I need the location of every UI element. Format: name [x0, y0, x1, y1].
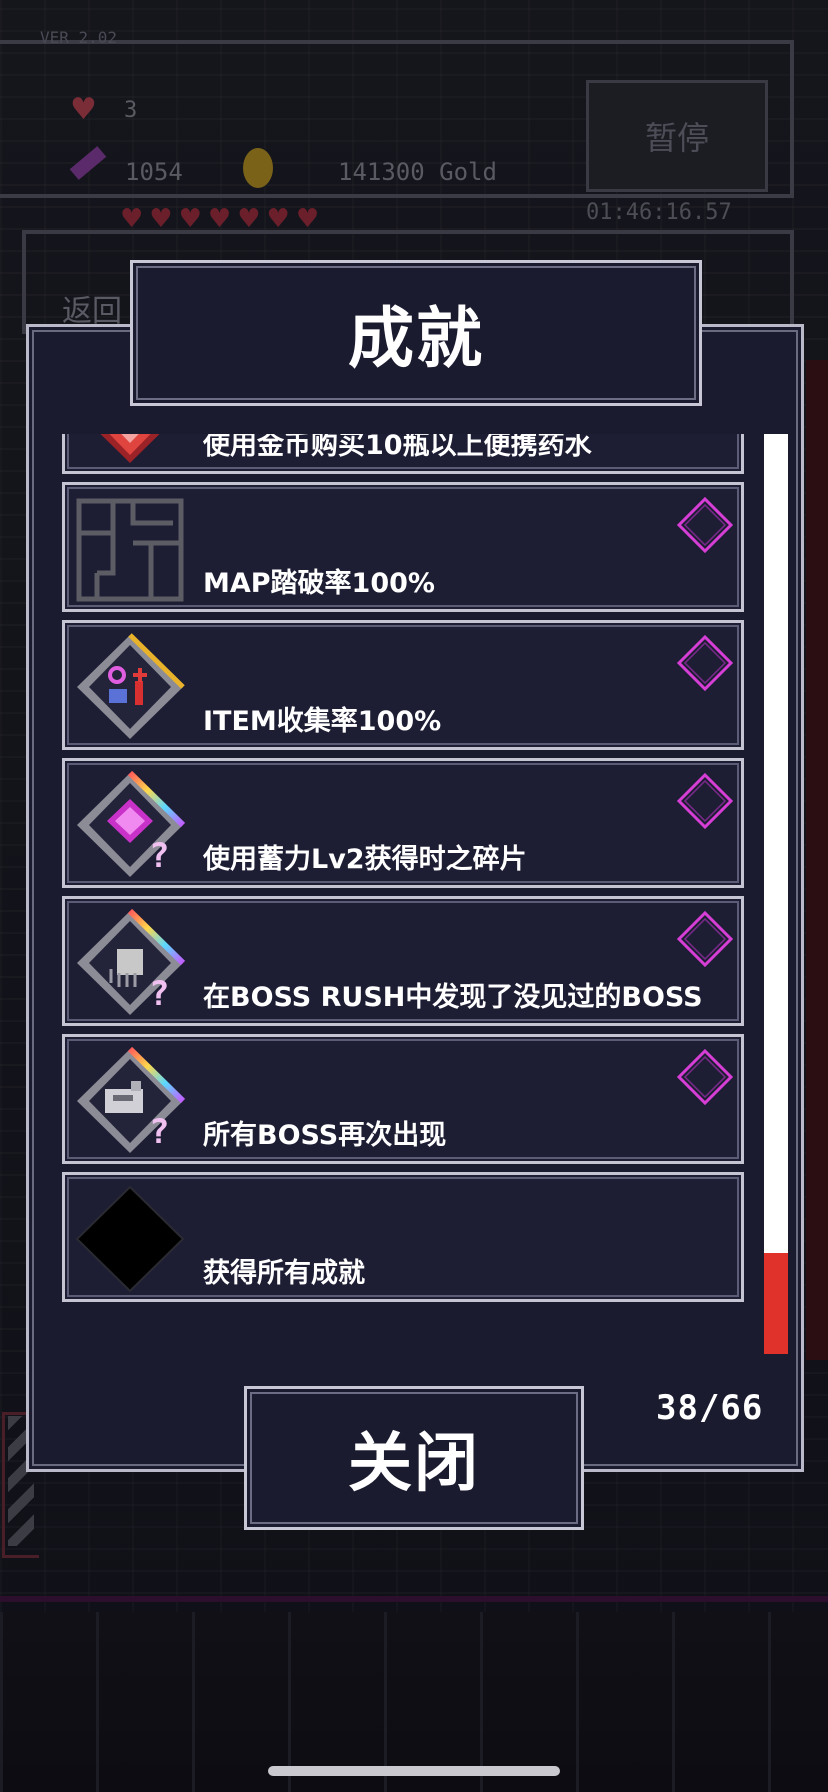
- achievement-row[interactable]: 获得所有成就: [62, 1172, 744, 1302]
- close-button-label: 关闭: [348, 1427, 480, 1501]
- locked-diamond-icon: [675, 771, 735, 831]
- locked-diamond-icon: [675, 909, 735, 969]
- timer-text: 01:46:16.57: [586, 200, 732, 225]
- locked-diamond-icon: [675, 633, 735, 693]
- time-shard-icon: ?: [73, 769, 187, 881]
- pause-button[interactable]: 暂停: [586, 80, 768, 192]
- achievement-list[interactable]: 使用金币购买10瓶以上便携药水 MAP踏破率100% ITEM收集率100% ?…: [62, 434, 746, 1354]
- background-divider: [0, 1596, 828, 1602]
- achievement-label: 使用蓄力Lv2获得时之碎片: [203, 844, 527, 875]
- hearts-count: 3: [124, 98, 138, 123]
- close-button[interactable]: 关闭: [244, 1386, 584, 1530]
- locked-diamond-icon: [675, 495, 735, 555]
- gold-coin-icon: [243, 148, 273, 188]
- achievement-label: 在BOSS RUSH中发现了没见过的BOSS: [203, 982, 703, 1013]
- map-icon: [73, 493, 187, 605]
- achievement-label: 使用金币购买10瓶以上便携药水: [203, 434, 592, 461]
- achievement-label: ITEM收集率100%: [203, 706, 442, 737]
- achievement-label: MAP踏破率100%: [203, 568, 435, 599]
- achievement-row[interactable]: ? 所有BOSS再次出现: [62, 1034, 744, 1164]
- dialog-title-box: 成就: [130, 260, 702, 406]
- achievement-label: 所有BOSS再次出现: [203, 1120, 447, 1151]
- achievement-row[interactable]: ? 使用蓄力Lv2获得时之碎片: [62, 758, 744, 888]
- svg-text:?: ?: [149, 836, 169, 876]
- heart-potion-icon: [73, 434, 187, 467]
- crystal-count: 1054: [125, 158, 183, 186]
- background-floor: [0, 1612, 828, 1792]
- svg-text:?: ?: [149, 974, 169, 1014]
- boss-return-icon: ?: [73, 1045, 187, 1157]
- home-indicator[interactable]: [268, 1766, 560, 1776]
- achievement-row[interactable]: ? 在BOSS RUSH中发现了没见过的BOSS: [62, 896, 744, 1026]
- achievement-row[interactable]: 使用金币购买10瓶以上便携药水: [62, 434, 744, 474]
- achievement-label: 获得所有成就: [203, 1258, 365, 1289]
- scrollbar-thumb[interactable]: [764, 1252, 788, 1354]
- svg-text:?: ?: [149, 1112, 169, 1152]
- background-stripe: [806, 360, 828, 1360]
- achievement-row[interactable]: MAP踏破率100%: [62, 482, 744, 612]
- black-diamond-icon: [73, 1183, 187, 1295]
- heart-icon: ♥: [70, 92, 97, 127]
- achievement-counter: 38/66: [656, 1388, 764, 1428]
- version-text: VER 2.02: [40, 28, 118, 47]
- dialog-title: 成就: [348, 300, 484, 377]
- gold-count: 141300 Gold: [338, 158, 497, 186]
- boss-rush-icon: ?: [73, 907, 187, 1019]
- scrollbar[interactable]: [764, 434, 788, 1354]
- locked-diamond-icon: [675, 1047, 735, 1107]
- achievement-row[interactable]: ITEM收集率100%: [62, 620, 744, 750]
- item-collection-icon: [73, 631, 187, 743]
